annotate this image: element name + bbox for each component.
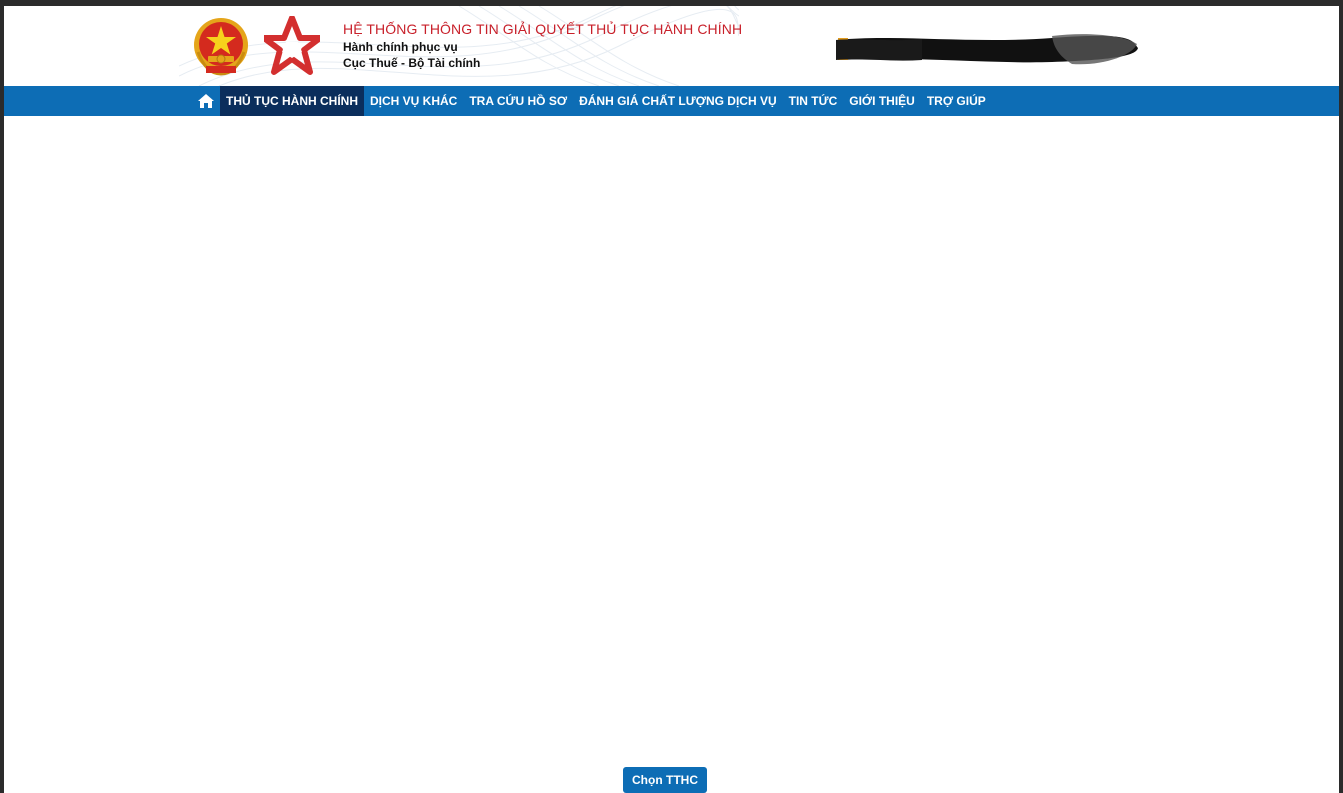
- nav-item-danh-gia-chat-luong[interactable]: ĐÁNH GIÁ CHẤT LƯỢNG DỊCH VỤ: [573, 86, 783, 116]
- public-service-logo-icon: [264, 16, 320, 75]
- nav-item-tro-giup[interactable]: TRỢ GIÚP: [921, 86, 992, 116]
- home-icon: [198, 94, 214, 108]
- nav-menu: THỦ TỤC HÀNH CHÍNH DỊCH VỤ KHÁC TRA CỨU …: [192, 86, 992, 116]
- agency-name: Cục Thuế - Bộ Tài chính: [343, 56, 481, 70]
- nav-item-tin-tuc[interactable]: TIN TỨC: [783, 86, 844, 116]
- nav-item-dich-vu-khac[interactable]: DỊCH VỤ KHÁC: [364, 86, 463, 116]
- nav-item-tra-cuu-ho-so[interactable]: TRA CỨU HỒ SƠ: [463, 86, 573, 116]
- nav-home-link[interactable]: [192, 86, 220, 116]
- site-header: HỆ THỐNG THÔNG TIN GIẢI QUYẾT THỦ TỤC HÀ…: [4, 6, 1339, 86]
- redacted-user-area: [836, 34, 1138, 65]
- brand-block: HỆ THỐNG THÔNG TIN GIẢI QUYẾT THỦ TỤC HÀ…: [343, 21, 742, 70]
- choose-procedure-button[interactable]: Chọn TTHC: [623, 767, 707, 793]
- main-navbar: THỦ TỤC HÀNH CHÍNH DỊCH VỤ KHÁC TRA CỨU …: [4, 86, 1339, 116]
- browser-viewport: HỆ THỐNG THÔNG TIN GIẢI QUYẾT THỦ TỤC HÀ…: [4, 6, 1339, 793]
- system-subtitle: Hành chính phục vụ: [343, 40, 458, 54]
- main-content: [4, 116, 1339, 793]
- system-title: HỆ THỐNG THÔNG TIN GIẢI QUYẾT THỦ TỤC HÀ…: [343, 21, 743, 37]
- nav-item-gioi-thieu[interactable]: GIỚI THIỆU: [843, 86, 921, 116]
- nav-item-thu-tuc-hanh-chinh[interactable]: THỦ TỤC HÀNH CHÍNH: [220, 86, 364, 116]
- national-emblem-icon: [194, 18, 248, 76]
